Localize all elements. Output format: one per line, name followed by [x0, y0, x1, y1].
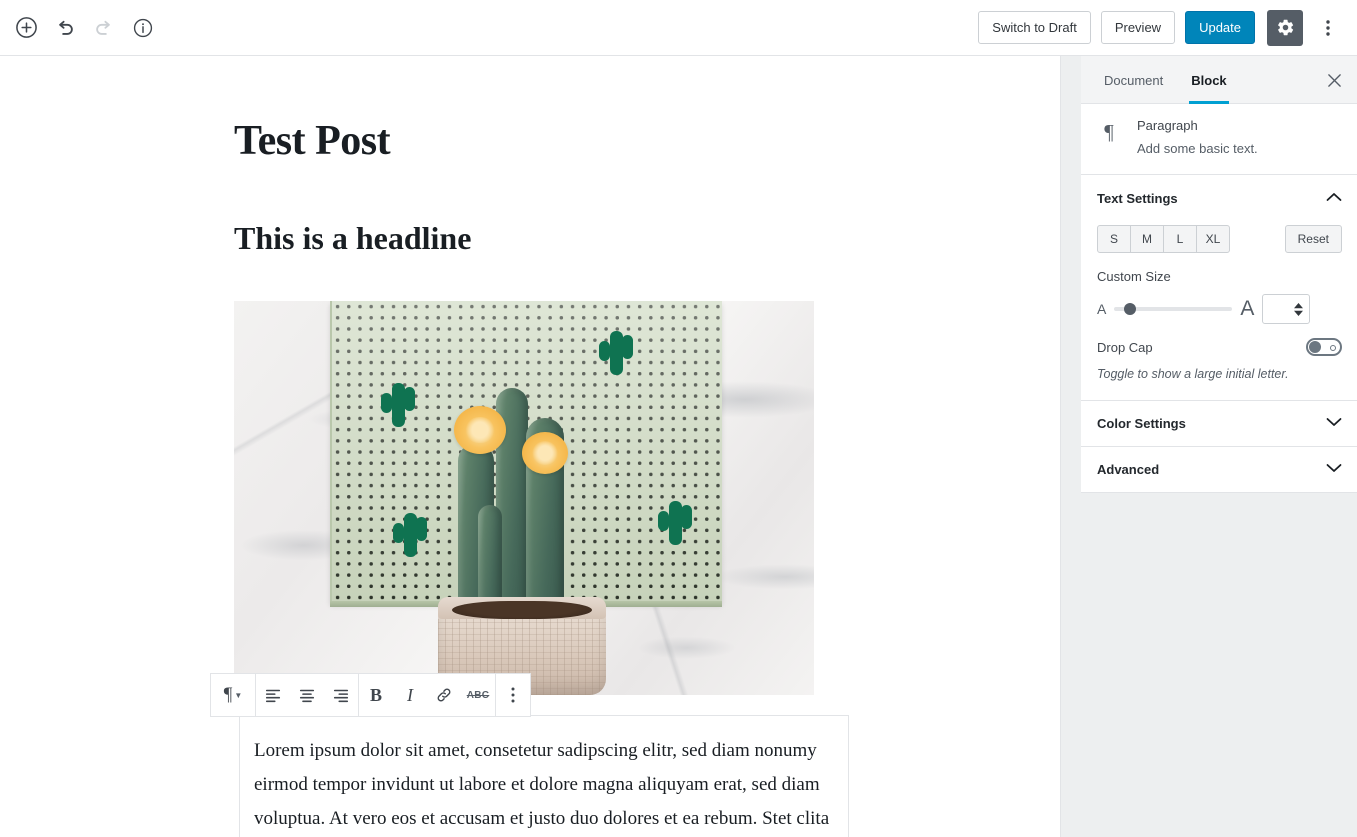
- panel-text-settings-title: Text Settings: [1097, 190, 1178, 206]
- drop-cap-label: Drop Cap: [1097, 339, 1153, 355]
- font-size-slider[interactable]: [1114, 302, 1233, 316]
- bold-icon[interactable]: B: [359, 674, 393, 716]
- panel-advanced-header[interactable]: Advanced: [1081, 446, 1357, 493]
- font-size-presets: S M L XL: [1097, 225, 1230, 253]
- reset-font-size-button[interactable]: Reset: [1284, 225, 1342, 253]
- paragraph-icon: ¶: [1104, 120, 1114, 144]
- preview-button[interactable]: Preview: [1100, 11, 1176, 44]
- font-size-row: S M L XL Reset: [1097, 225, 1342, 253]
- align-right-icon[interactable]: [324, 674, 358, 716]
- paragraph-block[interactable]: Lorem ipsum dolor sit amet, consetetur s…: [239, 715, 849, 837]
- panel-text-settings-header[interactable]: Text Settings: [1081, 175, 1357, 221]
- italic-icon[interactable]: I: [393, 674, 427, 716]
- sidebar-panels: Document Block ¶ Paragraph Add some basi…: [1081, 56, 1357, 493]
- heading-block[interactable]: This is a headline: [234, 220, 814, 257]
- cactus-flower-left: [454, 405, 506, 454]
- font-size-xl[interactable]: XL: [1196, 225, 1230, 253]
- top-bar-left-tools: [0, 10, 161, 46]
- tab-block[interactable]: Block: [1177, 56, 1240, 104]
- panel-text-settings-body: S M L XL Reset Custom Size A A Drop Cap …: [1081, 221, 1357, 401]
- more-rich-text-icon[interactable]: [496, 674, 530, 716]
- block-card-description: Add some basic text.: [1137, 141, 1258, 156]
- drop-cap-toggle[interactable]: [1306, 338, 1342, 356]
- chevron-down-icon-advanced: [1326, 460, 1342, 478]
- info-icon[interactable]: [125, 10, 161, 46]
- redo-icon[interactable]: [86, 10, 122, 46]
- editor-canvas: Test Post This is a headline ¶ ▼ B I ABC…: [0, 56, 1048, 837]
- update-button[interactable]: Update: [1185, 11, 1255, 44]
- gutenberg-editor: Switch to Draft Preview Update Test Post…: [0, 0, 1357, 837]
- slider-thumb[interactable]: [1124, 303, 1137, 315]
- align-center-icon[interactable]: [290, 674, 324, 716]
- post-title[interactable]: Test Post: [234, 118, 814, 164]
- toggle-off-indicator: [1330, 345, 1336, 351]
- more-menu-icon[interactable]: [1313, 10, 1343, 46]
- panel-color-settings-header[interactable]: Color Settings: [1081, 400, 1357, 447]
- image-block[interactable]: [234, 300, 814, 695]
- settings-gear-icon[interactable]: [1267, 9, 1303, 46]
- block-info-text: Paragraph Add some basic text.: [1137, 118, 1258, 156]
- formatting-group: B I ABC: [359, 674, 495, 716]
- chevron-down-icon: [1326, 414, 1342, 432]
- undo-icon[interactable]: [47, 10, 83, 46]
- drop-cap-row: Drop Cap: [1097, 338, 1342, 356]
- number-spinner-icon[interactable]: [1293, 302, 1304, 316]
- font-size-s[interactable]: S: [1097, 225, 1131, 253]
- chevron-up-icon: [1326, 189, 1342, 207]
- add-block-icon[interactable]: [8, 10, 44, 46]
- toggle-knob: [1309, 341, 1321, 353]
- editor-top-bar: Switch to Draft Preview Update: [0, 0, 1357, 56]
- drop-cap-help-text: Toggle to show a large initial letter.: [1097, 367, 1289, 381]
- cactus-plant: [452, 378, 592, 633]
- strikethrough-icon[interactable]: ABC: [461, 674, 495, 716]
- settings-sidebar: Document Block ¶ Paragraph Add some basi…: [1060, 56, 1357, 837]
- tab-document[interactable]: Document: [1090, 56, 1177, 104]
- close-icon[interactable]: [1318, 64, 1350, 96]
- cactus-flower-right: [522, 431, 568, 474]
- custom-size-controls: A A: [1097, 294, 1342, 324]
- custom-size-input[interactable]: [1262, 294, 1311, 324]
- block-card-title: Paragraph: [1137, 118, 1198, 133]
- post-content: Test Post This is a headline: [234, 56, 814, 695]
- block-toolbar: ¶ ▼ B I ABC: [210, 673, 531, 717]
- custom-size-label: Custom Size: [1097, 269, 1171, 284]
- panel-color-settings-title: Color Settings: [1097, 415, 1186, 431]
- align-left-icon[interactable]: [256, 674, 290, 716]
- top-bar-right-actions: Switch to Draft Preview Update: [978, 9, 1357, 46]
- sidebar-tabs: Document Block: [1081, 56, 1357, 104]
- paragraph-text[interactable]: Lorem ipsum dolor sit amet, consetetur s…: [240, 734, 848, 837]
- alignment-group: [256, 674, 358, 716]
- block-type-icon[interactable]: ¶ ▼: [211, 674, 255, 716]
- large-a-icon: A: [1240, 297, 1255, 320]
- block-type-group: ¶ ▼: [211, 674, 255, 716]
- small-a-icon: A: [1097, 301, 1107, 317]
- link-icon[interactable]: [427, 674, 461, 716]
- panel-advanced-title: Advanced: [1097, 461, 1160, 477]
- pot-soil: [452, 600, 592, 619]
- font-size-l[interactable]: L: [1163, 225, 1197, 253]
- block-info-card: ¶ Paragraph Add some basic text.: [1081, 104, 1357, 175]
- font-size-m[interactable]: M: [1130, 225, 1164, 253]
- switch-to-draft-button[interactable]: Switch to Draft: [978, 11, 1091, 44]
